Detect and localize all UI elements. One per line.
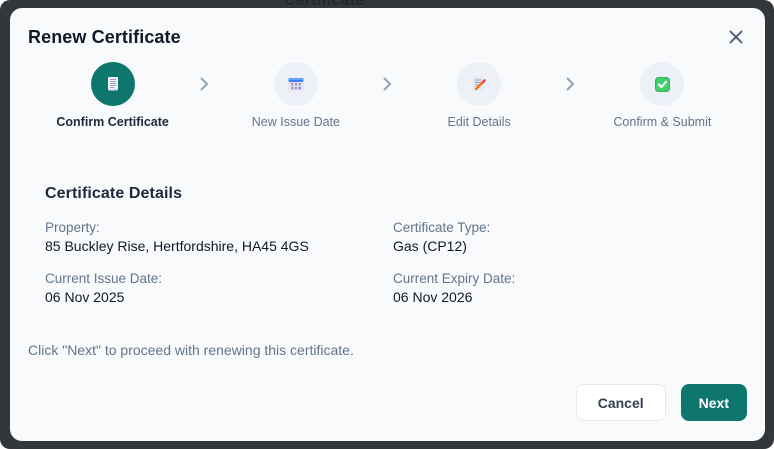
field-property: Property: 85 Buckley Rise, Hertfordshire…	[45, 220, 393, 254]
close-icon[interactable]	[725, 26, 747, 48]
step-label: Edit Details	[447, 115, 511, 129]
next-button[interactable]: Next	[680, 384, 747, 421]
certificate-details-section: Certificate Details Property: 85 Buckley…	[28, 185, 747, 305]
field-value: Gas (CP12)	[393, 238, 467, 254]
step-label: New Issue Date	[251, 115, 340, 129]
chevron-right-icon	[564, 77, 578, 91]
step-label: Confirm Certificate	[56, 115, 169, 129]
edit-memo-icon	[457, 62, 502, 106]
field-value: 06 Nov 2026	[393, 289, 473, 305]
chevron-right-icon	[197, 77, 211, 91]
field-current-expiry-date: Current Expiry Date: 06 Nov 2026	[393, 271, 737, 305]
field-label: Property:	[45, 220, 100, 235]
step-label: Confirm & Submit	[613, 115, 712, 129]
details-heading: Certificate Details	[45, 185, 183, 202]
field-certificate-type: Certificate Type: Gas (CP12)	[393, 220, 737, 254]
field-label: Current Issue Date:	[45, 271, 163, 286]
field-label: Certificate Type:	[393, 220, 491, 235]
cancel-button[interactable]: Cancel	[575, 384, 666, 421]
field-current-issue-date: Current Issue Date: 06 Nov 2025	[45, 271, 393, 305]
field-label: Current Expiry Date:	[393, 271, 516, 286]
field-value: 85 Buckley Rise, Hertfordshire, HA45 4GS	[45, 238, 309, 254]
field-value: 06 Nov 2025	[45, 289, 125, 305]
calendar-icon	[273, 62, 318, 106]
modal-title: Renew Certificate	[28, 27, 181, 47]
chevron-right-icon	[381, 77, 395, 91]
check-mark-icon	[640, 62, 685, 106]
next-step-instruction: Click "Next" to proceed with renewing th…	[28, 342, 354, 358]
modal-footer: Cancel Next	[575, 384, 747, 421]
step-confirm-certificate[interactable]: Confirm Certificate	[28, 62, 197, 129]
certificate-receipt-icon	[90, 62, 135, 106]
step-confirm-submit[interactable]: Confirm & Submit	[578, 62, 747, 129]
renew-certificate-modal: Renew Certificate Confirm Certificate Ne…	[10, 8, 765, 441]
dimmed-page-backdrop: Certificate Renew Certificate Confirm Ce…	[0, 0, 774, 449]
details-grid: Property: 85 Buckley Rise, Hertfordshire…	[45, 220, 737, 305]
step-edit-details[interactable]: Edit Details	[395, 62, 564, 129]
renewal-stepper: Confirm Certificate New Issue Date Edit …	[28, 62, 747, 129]
step-new-issue-date[interactable]: New Issue Date	[211, 62, 380, 129]
